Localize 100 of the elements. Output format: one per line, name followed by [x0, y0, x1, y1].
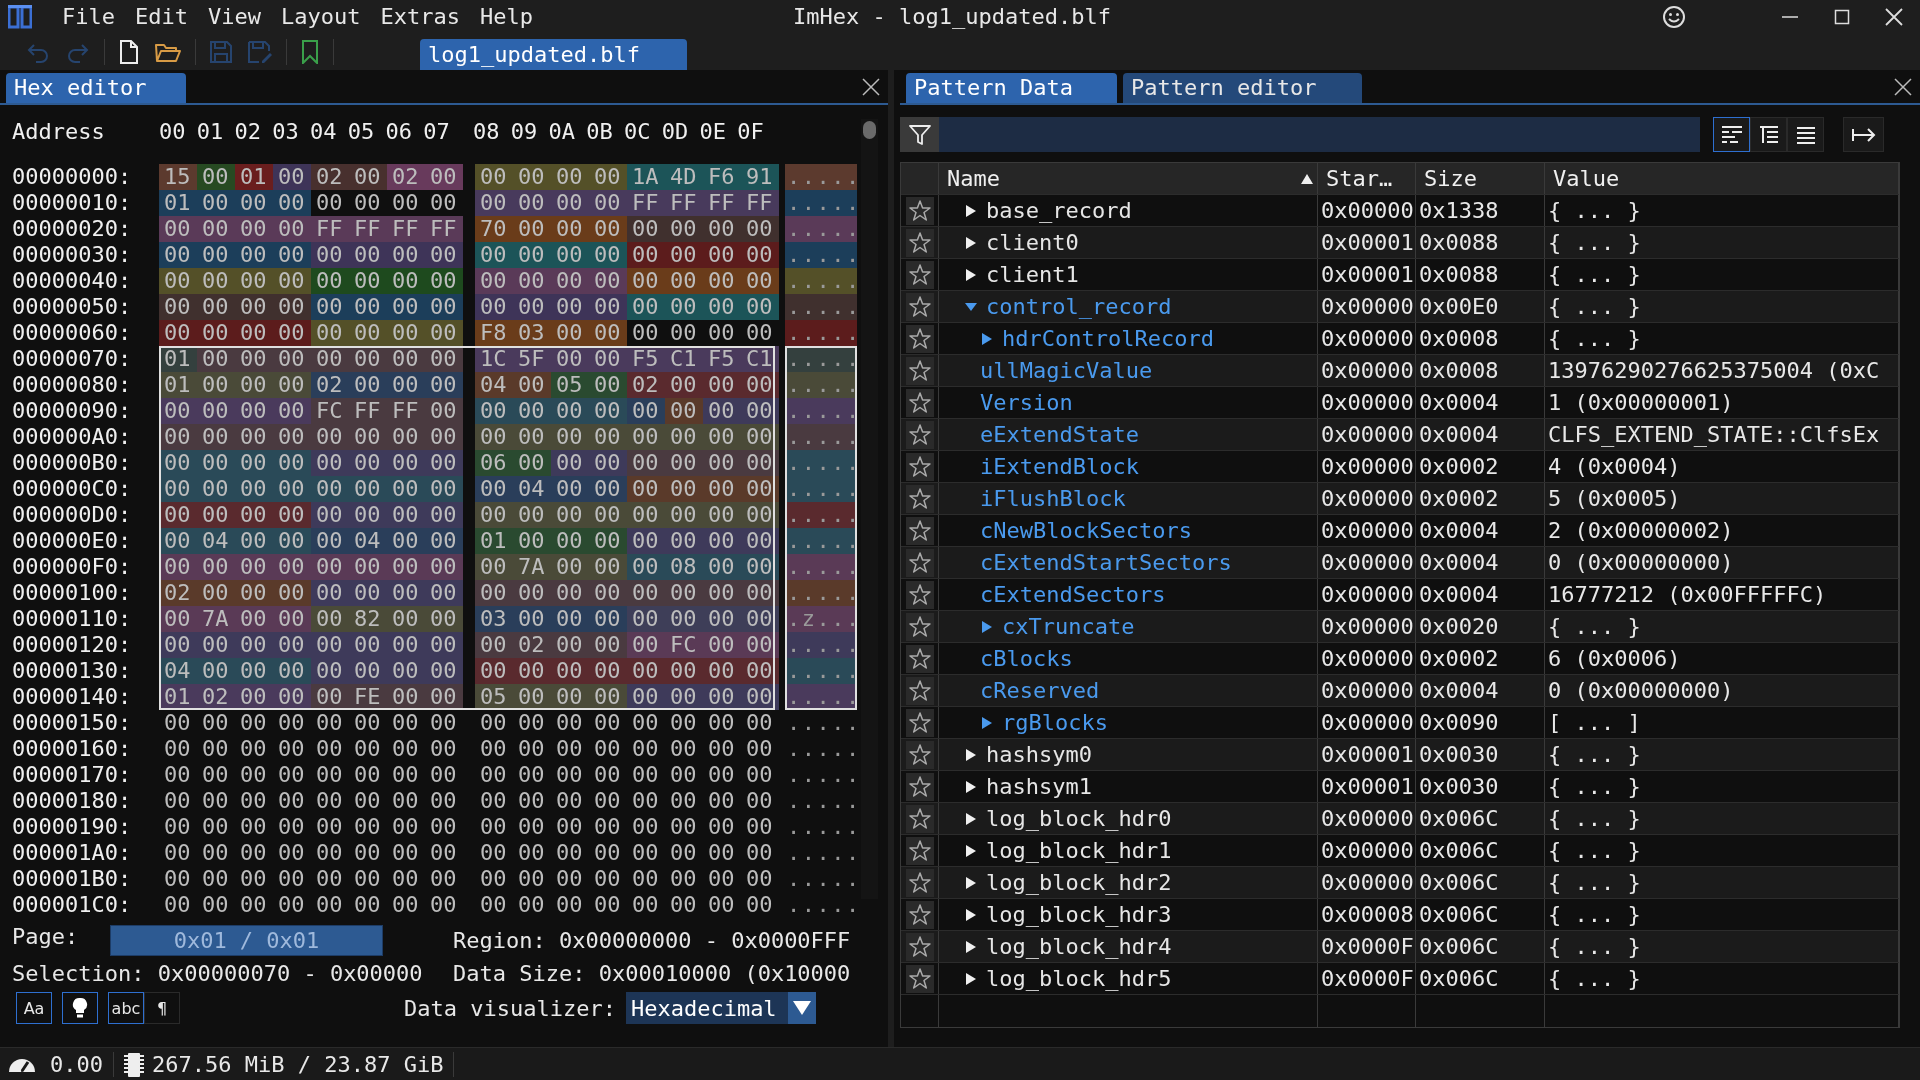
hex-byte[interactable]: 00 [513, 242, 551, 268]
hex-byte[interactable]: 1C [475, 346, 513, 372]
favorite-button[interactable] [905, 932, 934, 961]
hex-byte[interactable]: 00 [627, 866, 665, 892]
hex-byte[interactable]: 00 [425, 814, 463, 840]
favorite-button[interactable] [905, 836, 934, 865]
hex-byte[interactable]: 00 [551, 450, 589, 476]
hex-byte[interactable]: 00 [627, 606, 665, 632]
hex-byte[interactable]: 00 [475, 632, 513, 658]
hex-byte[interactable]: 00 [513, 294, 551, 320]
hex-byte[interactable]: 02 [311, 164, 349, 190]
favorite-button[interactable] [905, 676, 934, 705]
expand-arrow-icon[interactable] [964, 906, 978, 923]
hex-byte[interactable]: 00 [741, 684, 779, 710]
hex-byte[interactable]: 00 [475, 866, 513, 892]
hex-byte[interactable]: 00 [475, 580, 513, 606]
hex-byte[interactable]: 00 [741, 606, 779, 632]
hex-byte[interactable]: 00 [665, 762, 703, 788]
expand-arrow-icon[interactable] [964, 266, 978, 283]
hex-byte[interactable]: 00 [551, 684, 589, 710]
hex-byte[interactable]: 00 [513, 268, 551, 294]
hex-byte[interactable]: 00 [273, 216, 311, 242]
hex-byte[interactable]: 00 [703, 892, 741, 918]
hex-byte[interactable]: 00 [159, 788, 197, 814]
hex-byte[interactable]: 04 [475, 372, 513, 398]
hex-byte[interactable]: 00 [665, 892, 703, 918]
pattern-name[interactable]: cxTruncate [1002, 611, 1135, 642]
expand-arrow-icon[interactable] [980, 618, 994, 635]
expand-arrow-icon[interactable] [964, 874, 978, 891]
hex-byte[interactable]: FF [349, 398, 387, 424]
hex-byte[interactable]: 00 [703, 840, 741, 866]
hex-byte[interactable]: 00 [551, 268, 589, 294]
hex-byte[interactable]: 1A [627, 164, 665, 190]
hex-byte[interactable]: 00 [349, 710, 387, 736]
favorite-button[interactable] [905, 196, 934, 225]
hex-byte[interactable]: 00 [349, 242, 387, 268]
hex-byte[interactable]: 00 [425, 372, 463, 398]
hex-byte[interactable]: 00 [513, 684, 551, 710]
hex-byte[interactable]: 00 [627, 762, 665, 788]
hex-byte[interactable]: 00 [703, 242, 741, 268]
page-slider[interactable]: 0x01 / 0x01 [110, 924, 383, 956]
hex-byte[interactable]: 00 [311, 632, 349, 658]
hex-byte[interactable]: 00 [665, 840, 703, 866]
pattern-name[interactable]: rgBlocks [1002, 707, 1108, 738]
hex-byte[interactable]: 00 [741, 294, 779, 320]
hex-byte[interactable]: 00 [311, 190, 349, 216]
hex-byte[interactable]: 00 [741, 788, 779, 814]
hex-byte[interactable]: 00 [273, 190, 311, 216]
pattern-name[interactable]: client0 [986, 227, 1079, 258]
hex-byte[interactable]: 00 [665, 450, 703, 476]
hex-byte[interactable]: 00 [349, 164, 387, 190]
hex-byte[interactable]: 00 [159, 294, 197, 320]
hex-byte[interactable]: 00 [273, 840, 311, 866]
hex-byte[interactable]: 00 [159, 710, 197, 736]
hex-byte[interactable]: 00 [425, 320, 463, 346]
hex-byte[interactable]: 00 [159, 632, 197, 658]
hex-byte[interactable]: 00 [475, 892, 513, 918]
pattern-name[interactable]: cNewBlockSectors [980, 515, 1192, 546]
hex-byte[interactable]: 00 [387, 736, 425, 762]
hex-byte[interactable]: 00 [665, 372, 703, 398]
pattern-name[interactable]: log_block_hdr1 [986, 835, 1172, 866]
hex-byte[interactable]: 00 [551, 606, 589, 632]
pattern-name[interactable]: cExtendStartSectors [980, 547, 1232, 578]
hex-byte[interactable]: 00 [197, 346, 235, 372]
hex-byte[interactable]: 00 [349, 476, 387, 502]
hex-byte[interactable]: 00 [425, 580, 463, 606]
hex-byte[interactable]: 00 [159, 762, 197, 788]
hex-byte[interactable]: 00 [665, 658, 703, 684]
hex-byte[interactable]: 00 [425, 684, 463, 710]
hex-byte[interactable]: 00 [387, 814, 425, 840]
hex-byte[interactable]: 00 [551, 164, 589, 190]
hex-byte[interactable]: 00 [703, 216, 741, 242]
hex-byte[interactable]: FE [349, 684, 387, 710]
hex-byte[interactable]: 00 [513, 840, 551, 866]
hex-byte[interactable]: 00 [513, 450, 551, 476]
hex-byte[interactable]: 00 [425, 736, 463, 762]
hex-byte[interactable]: 00 [425, 450, 463, 476]
hex-byte[interactable]: 00 [159, 866, 197, 892]
hex-byte[interactable]: 00 [589, 216, 627, 242]
hex-byte[interactable]: 00 [589, 190, 627, 216]
hex-byte[interactable]: 00 [273, 528, 311, 554]
hex-byte[interactable]: 00 [311, 710, 349, 736]
hex-byte[interactable]: 00 [197, 476, 235, 502]
filter-field[interactable] [939, 117, 1700, 152]
hex-byte[interactable]: 00 [551, 216, 589, 242]
hex-byte[interactable]: 00 [665, 606, 703, 632]
hex-byte[interactable]: 00 [349, 892, 387, 918]
hex-byte[interactable]: 00 [197, 736, 235, 762]
hex-byte[interactable]: 00 [349, 866, 387, 892]
hex-byte[interactable]: 00 [311, 684, 349, 710]
hex-byte[interactable]: 00 [513, 580, 551, 606]
hex-byte[interactable]: 00 [589, 736, 627, 762]
hex-byte[interactable]: 00 [589, 554, 627, 580]
favorite-button[interactable] [905, 548, 934, 577]
hex-byte[interactable]: 00 [551, 320, 589, 346]
hex-byte[interactable]: 00 [311, 320, 349, 346]
hex-byte[interactable]: FF [387, 398, 425, 424]
hex-byte[interactable]: C1 [665, 346, 703, 372]
hex-byte[interactable]: 00 [311, 424, 349, 450]
favorite-button[interactable] [905, 740, 934, 769]
